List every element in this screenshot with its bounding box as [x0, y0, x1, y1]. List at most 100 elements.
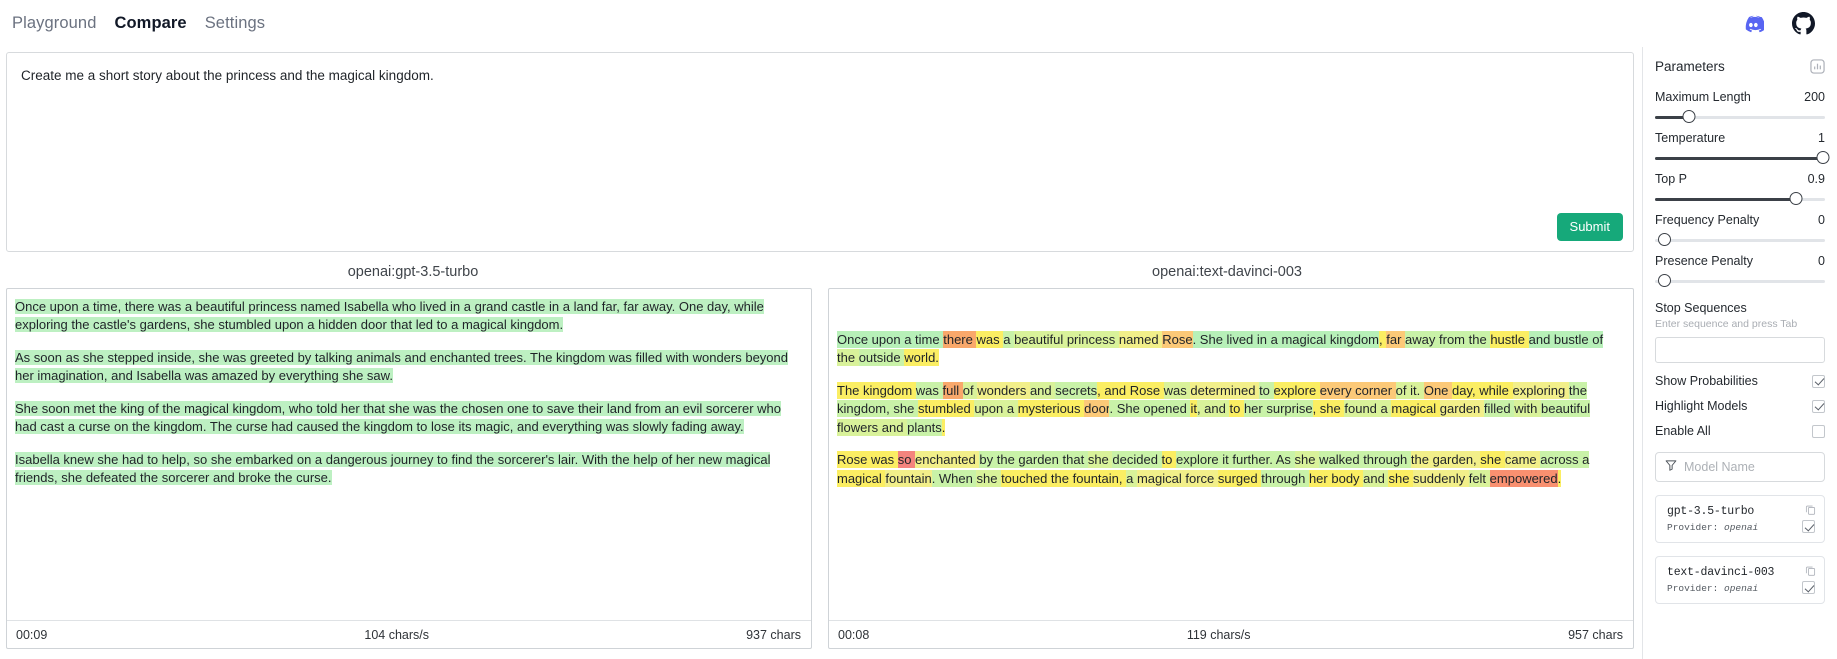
token-span: The kingdom	[837, 381, 916, 399]
slider-track	[1655, 280, 1825, 283]
output-paragraph: She soon met the king of the magical kin…	[15, 400, 799, 437]
app-root: Playground Compare Settings Create me a …	[0, 0, 1837, 659]
token-span: fountain	[885, 469, 932, 487]
filter-icon	[1665, 458, 1677, 476]
slider-top-p[interactable]	[1655, 191, 1825, 207]
token-span: empowered	[1489, 469, 1558, 487]
slider-label: Temperature	[1655, 131, 1726, 145]
token-span: and	[1029, 381, 1056, 399]
token-span: away from the	[1405, 331, 1491, 348]
output-paragraph-text: Once upon a time, there was a beautiful …	[15, 299, 764, 333]
slider-label: Presence Penalty	[1655, 254, 1753, 268]
slider-presence-penalty[interactable]	[1655, 273, 1825, 289]
github-icon[interactable]	[1792, 12, 1815, 35]
submit-button[interactable]: Submit	[1556, 213, 1623, 241]
token-span: so	[897, 451, 916, 469]
token-span: . When	[931, 469, 977, 487]
slider-group-top-p: Top P 0.9	[1655, 166, 1825, 207]
model-provider-label: Provider:	[1667, 522, 1719, 533]
token-span: it	[1190, 400, 1197, 418]
toggle-enable-all[interactable]: Enable All	[1655, 424, 1825, 438]
token-span: exploring	[1512, 381, 1569, 399]
token-span: decided	[1112, 451, 1162, 469]
copy-icon[interactable]	[1805, 563, 1816, 581]
slider-frequency-penalty[interactable]	[1655, 232, 1825, 248]
output-footer-davinci: 00:08 119 chars/s 957 chars	[829, 620, 1633, 648]
model-provider-label: Provider:	[1667, 583, 1719, 594]
slider-row: Maximum Length 200	[1655, 90, 1825, 104]
token-span: her surprise	[1243, 400, 1313, 418]
prompt-textarea[interactable]: Create me a short story about the prince…	[6, 52, 1634, 252]
token-span: hustle	[1490, 331, 1529, 348]
slider-maximum-length[interactable]	[1655, 109, 1825, 125]
slider-row: Temperature 1	[1655, 131, 1825, 145]
token-span: the	[837, 349, 859, 367]
model-card-gpt-3-5-turbo[interactable]: gpt-3.5-turbo Provider: openai	[1655, 495, 1825, 543]
output-body-davinci[interactable]: Once upon a time there was a beautiful p…	[829, 289, 1633, 620]
slider-temperature[interactable]	[1655, 150, 1830, 166]
model-filter-placeholder: Model Name	[1684, 460, 1755, 474]
token-span: full	[942, 381, 963, 399]
slider-value: 200	[1804, 90, 1825, 104]
token-span: , and Rose	[1097, 381, 1164, 399]
token-span: she	[1480, 451, 1505, 469]
slider-fill	[1655, 198, 1797, 201]
token-span: . She lived in a magical kingdom	[1192, 331, 1380, 348]
token-span: Once upon a time	[837, 331, 944, 348]
token-span: magical	[1391, 400, 1440, 418]
main-column: Create me a short story about the prince…	[0, 47, 1642, 659]
slider-knob[interactable]	[1816, 151, 1830, 164]
token-span: plants	[907, 418, 942, 436]
nav-item-compare[interactable]: Compare	[114, 14, 186, 33]
token-span: determined	[1190, 381, 1260, 399]
token-span: the garden,	[1410, 451, 1481, 469]
token-span: wonders	[977, 381, 1030, 399]
output-paragraph-text: Isabella knew she had to help, so she em…	[15, 451, 771, 486]
nav-item-playground[interactable]: Playground	[12, 14, 96, 33]
output-body-gpt35[interactable]: Once upon a time, there was a beautiful …	[7, 289, 811, 620]
toggle-highlight-models[interactable]: Highlight Models	[1655, 399, 1825, 413]
token-span: across a	[1540, 451, 1590, 469]
token-span: filled	[1483, 400, 1515, 418]
slider-label: Frequency Penalty	[1655, 213, 1760, 227]
token-span: .	[1557, 469, 1562, 487]
token-span: came	[1504, 451, 1541, 469]
stop-sequences-input[interactable]	[1655, 337, 1825, 363]
slider-value: 1	[1818, 131, 1825, 145]
token-span: there	[943, 331, 977, 348]
output-paragraph-text: As soon as she stepped inside, she was g…	[15, 349, 788, 384]
enable-all-checkbox[interactable]	[1812, 424, 1825, 438]
model-enable-checkbox[interactable]	[1802, 581, 1815, 594]
token-span: suddenly	[1413, 469, 1469, 487]
discord-icon[interactable]	[1742, 13, 1764, 35]
slider-knob[interactable]	[1682, 110, 1696, 123]
bar-chart-icon[interactable]	[1810, 59, 1825, 74]
model-filter[interactable]: Model Name	[1655, 452, 1825, 482]
output-title-left: openai:gpt-3.5-turbo	[347, 264, 479, 280]
slider-row: Frequency Penalty 0	[1655, 213, 1825, 227]
copy-icon[interactable]	[1805, 502, 1816, 520]
token-span: door	[1084, 400, 1110, 418]
slider-knob[interactable]	[1789, 192, 1803, 205]
token-span: her body	[1308, 469, 1364, 487]
token-span: she	[1294, 451, 1320, 469]
nav-item-settings[interactable]: Settings	[205, 14, 265, 33]
token-span: and	[1363, 469, 1389, 487]
model-enable-checkbox[interactable]	[1802, 520, 1815, 533]
show-probabilities-checkbox[interactable]	[1812, 374, 1825, 388]
token-span: was	[976, 331, 1004, 348]
token-span: felt	[1468, 469, 1490, 487]
output-title-right: openai:text-davinci-003	[1152, 264, 1302, 280]
slider-group-frequency-penalty: Frequency Penalty 0	[1655, 207, 1825, 248]
elapsed-time: 00:08	[838, 627, 870, 642]
model-card-text-davinci-003[interactable]: text-davinci-003 Provider: openai	[1655, 556, 1825, 604]
token-span: , she	[1312, 400, 1345, 418]
highlight-models-checkbox[interactable]	[1812, 399, 1825, 413]
nav-links: Playground Compare Settings	[12, 14, 265, 33]
slider-knob[interactable]	[1658, 233, 1671, 246]
toggle-show-probabilities[interactable]: Show Probabilities	[1655, 374, 1825, 388]
token-span: garden	[1439, 400, 1484, 418]
model-provider-value: openai	[1724, 522, 1759, 533]
slider-knob[interactable]	[1658, 274, 1671, 287]
prompt-text[interactable]: Create me a short story about the prince…	[7, 53, 1633, 99]
